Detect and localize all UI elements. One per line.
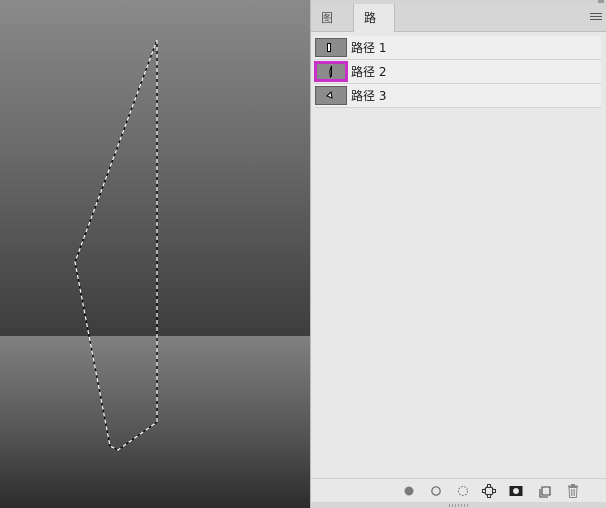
document-canvas[interactable] [0, 0, 310, 508]
load-selection-icon[interactable] [454, 482, 472, 500]
add-mask-icon[interactable] [507, 482, 525, 500]
path-name: 路径 2 [351, 65, 387, 79]
path-thumbnail-2 [315, 62, 347, 81]
path-thumbnail-1 [315, 38, 347, 57]
collapse-grip[interactable] [598, 0, 604, 3]
path-thumbnail-3 [315, 86, 347, 105]
stroke-path-icon[interactable] [427, 482, 445, 500]
path-name: 路径 3 [351, 89, 387, 103]
path-row-2[interactable]: 路径 2 [315, 60, 601, 84]
new-path-icon[interactable] [537, 482, 555, 500]
tab-paths[interactable]: 路径 [353, 4, 395, 53]
delete-path-icon[interactable] [564, 482, 582, 500]
path-list: 路径 1 路径 2 路径 3 [315, 36, 601, 108]
paths-panel: 图层 路径 路径 1 路径 2 [310, 0, 606, 508]
resize-grip-icon[interactable] [449, 504, 469, 507]
panel-menu-icon[interactable] [590, 13, 602, 23]
path-row-3[interactable]: 路径 3 [315, 84, 601, 108]
path-name: 路径 1 [351, 41, 387, 55]
path-row-1[interactable]: 路径 1 [315, 36, 601, 60]
panel-footer [311, 478, 606, 502]
tab-layers[interactable]: 图层 [311, 4, 353, 53]
panel-tabbar: 图层 路径 [311, 4, 606, 53]
work-path-outline [74, 39, 158, 451]
fill-path-icon[interactable] [400, 482, 418, 500]
make-work-path-icon[interactable] [480, 482, 498, 500]
